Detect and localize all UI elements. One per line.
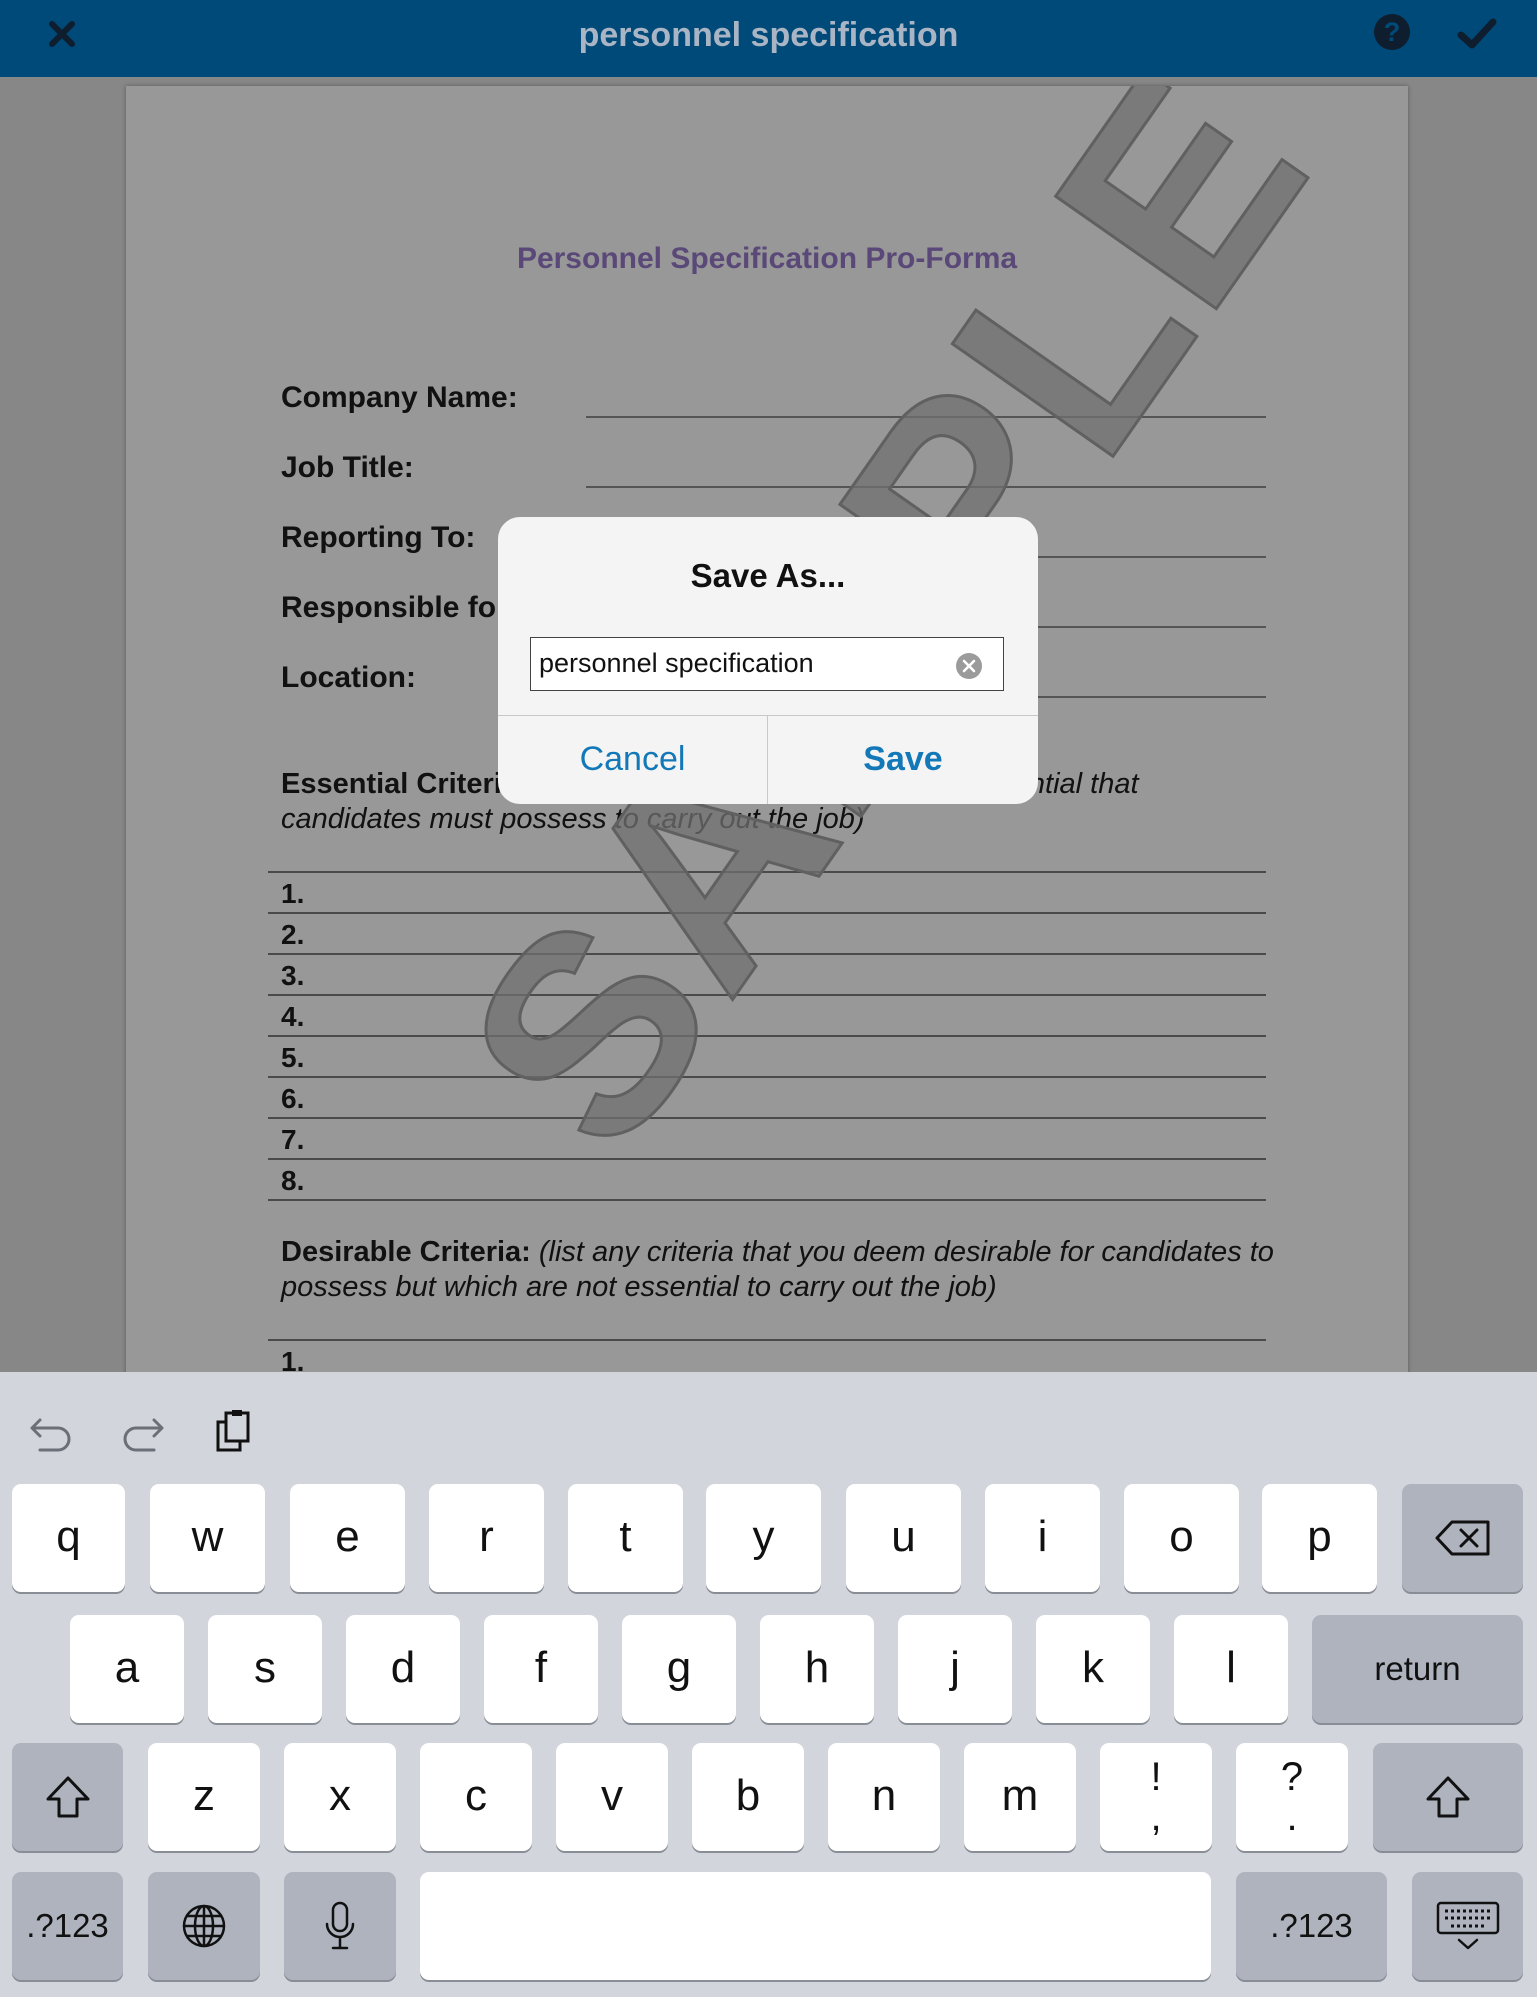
key-c[interactable]: c [420,1743,532,1851]
company-name-line [586,416,1266,418]
company-name-label: Company Name: [281,381,518,414]
key-u[interactable]: u [846,1484,961,1592]
key-f[interactable]: f [484,1615,598,1723]
responsible-for-label: Responsible for: [281,591,518,624]
globe-icon [182,1904,226,1948]
reporting-to-label: Reporting To: [281,521,476,554]
doc-heading: Personnel Specification Pro-Forma [516,242,1018,275]
essential-item: 5. [281,1042,305,1073]
key-exclaim-comma[interactable]: !, [1100,1743,1212,1851]
essential-rule [268,1035,1266,1037]
save-button[interactable]: Save [768,715,1038,804]
essential-item: 2. [281,919,305,950]
essential-rule [268,1076,1266,1078]
key-a[interactable]: a [70,1615,184,1723]
key-x[interactable]: x [284,1743,396,1851]
filename-value: personnel specification [539,648,814,678]
desirable-criteria: Desirable Criteria: (list any criteria t… [281,1235,1281,1305]
key-e[interactable]: e [290,1484,405,1592]
numbers-key-right[interactable]: .?123 [1236,1872,1387,1980]
essential-rule [268,1158,1266,1160]
backspace-key[interactable] [1402,1484,1523,1592]
essential-rule [268,994,1266,996]
shift-key-right[interactable] [1373,1743,1523,1851]
key-k[interactable]: k [1036,1615,1150,1723]
backspace-icon [1435,1520,1489,1556]
essential-criteria-label: Essential Criteria: [281,768,528,800]
numbers-key-left[interactable]: .?123 [12,1872,123,1980]
key-question-period[interactable]: ?. [1236,1743,1348,1851]
key-l[interactable]: l [1174,1615,1288,1723]
desirable-criteria-label: Desirable Criteria: [281,1236,531,1268]
desirable-rule [268,1339,1266,1341]
key-b[interactable]: b [692,1743,804,1851]
essential-item: 8. [281,1165,305,1196]
clear-text-icon[interactable] [955,652,983,680]
key-d[interactable]: d [346,1615,460,1723]
essential-rule [268,871,1266,873]
key-v[interactable]: v [556,1743,668,1851]
globe-key[interactable] [148,1872,260,1980]
key-z[interactable]: z [148,1743,260,1851]
dictation-key[interactable] [284,1872,396,1980]
keyboard-dismiss-icon [1436,1901,1499,1950]
job-title-label: Job Title: [281,451,414,484]
help-icon[interactable]: ? [1374,14,1410,50]
key-p[interactable]: p [1262,1484,1377,1592]
key-i[interactable]: i [985,1484,1100,1592]
dismiss-keyboard-key[interactable] [1412,1872,1523,1980]
essential-rule [268,912,1266,914]
shift-icon [46,1776,89,1818]
return-key[interactable]: return [1312,1615,1523,1723]
essential-item: 4. [281,1001,305,1032]
essential-item: 3. [281,960,305,991]
key-j[interactable]: j [898,1615,1012,1723]
key-s[interactable]: s [208,1615,322,1723]
document-title: personnel specification [578,16,959,54]
key-y[interactable]: y [706,1484,821,1592]
key-n[interactable]: n [828,1743,940,1851]
key-r[interactable]: r [429,1484,544,1592]
undo-icon[interactable] [26,1406,76,1456]
checkmark-icon[interactable] [1455,14,1499,54]
key-m[interactable]: m [964,1743,1076,1851]
essential-item: 6. [281,1083,305,1114]
filename-input[interactable]: personnel specification [530,637,1004,691]
essential-item: 1. [281,878,305,909]
redo-icon[interactable] [118,1406,168,1456]
onscreen-keyboard: q w e r t y u i o p a s d f g h j k l re… [0,1372,1537,1997]
key-g[interactable]: g [622,1615,736,1723]
key-o[interactable]: o [1124,1484,1239,1592]
dialog-title: Save As... [690,557,846,594]
microphone-icon [325,1901,355,1950]
essential-rule [268,953,1266,955]
shift-key-left[interactable] [12,1743,123,1851]
key-h[interactable]: h [760,1615,874,1723]
essential-rule [268,1199,1266,1201]
key-t[interactable]: t [568,1484,683,1592]
key-q[interactable]: q [12,1484,125,1592]
essential-rule [268,1117,1266,1119]
top-bar: personnel specification ? [0,0,1537,77]
paste-icon[interactable] [210,1406,260,1456]
essential-item: 7. [281,1124,305,1155]
space-key[interactable] [420,1872,1211,1980]
key-w[interactable]: w [150,1484,265,1592]
save-as-dialog: Save As... personnel specification Cance… [498,517,1038,804]
job-title-line [586,486,1266,488]
shift-icon [1426,1776,1470,1818]
location-label: Location: [281,661,416,694]
cancel-button[interactable]: Cancel [498,715,767,804]
